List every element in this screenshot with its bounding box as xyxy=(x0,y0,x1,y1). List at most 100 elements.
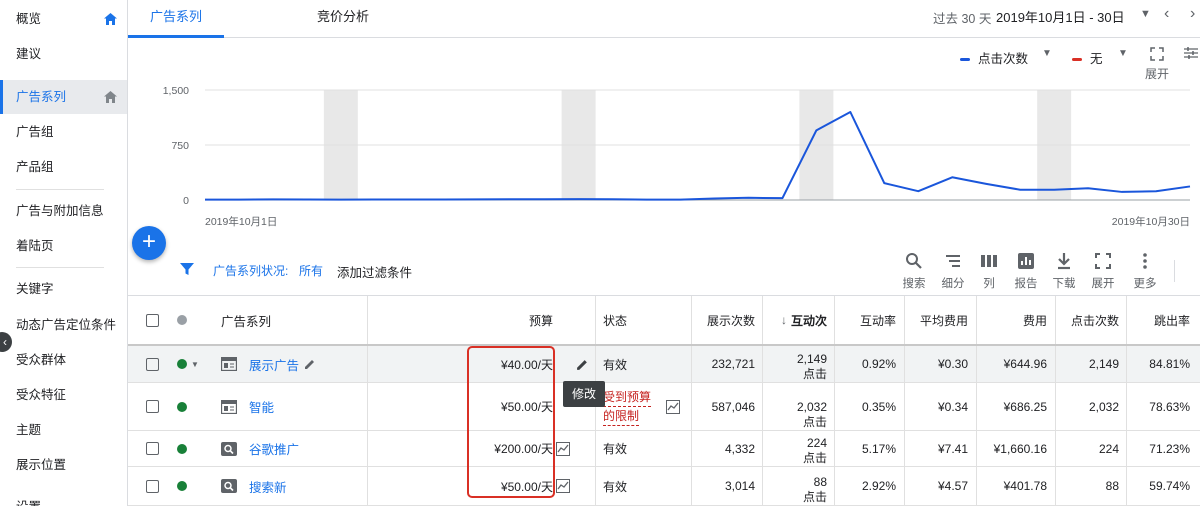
tab-auction-insights[interactable]: 竞价分析 xyxy=(298,0,388,38)
metric1-selector[interactable]: 点击次数 ▼ xyxy=(960,48,1052,68)
impressions-cell: 587,046 xyxy=(711,399,755,414)
prev-period-icon[interactable]: ‹ xyxy=(1164,5,1169,23)
sidebar-item-keywords[interactable]: 关键字 xyxy=(0,272,127,306)
more-vert-icon xyxy=(1143,253,1147,269)
header-interaction-rate[interactable]: 互动率 xyxy=(834,296,896,344)
more-button[interactable]: 更多 xyxy=(1125,250,1165,291)
filter-status-label[interactable]: 广告系列状况: xyxy=(213,262,288,279)
status-dot[interactable] xyxy=(177,467,187,505)
status-dot[interactable]: ▼ xyxy=(177,346,199,382)
filter-status-value[interactable]: 所有 xyxy=(299,262,323,279)
trend-chart-icon[interactable] xyxy=(556,431,570,466)
header-cost[interactable]: 费用 xyxy=(976,296,1047,344)
header-campaign[interactable]: 广告系列 xyxy=(221,296,271,344)
header-avg-cost[interactable]: 平均费用 xyxy=(904,296,968,344)
search-campaign-icon xyxy=(221,467,237,505)
campaign-name-link[interactable]: 智能 xyxy=(249,383,274,430)
add-filter-link[interactable]: 添加过滤条件 xyxy=(337,262,412,281)
table-row: 搜索新 ¥50.00/天 有效 3,014 88 点击 2.92% ¥4.57 ¥… xyxy=(128,467,1200,506)
trend-chart-icon[interactable] xyxy=(556,467,570,505)
campaign-name-link[interactable]: 谷歌推广 xyxy=(249,431,299,466)
toolbar-divider xyxy=(1174,260,1175,282)
header-budget[interactable]: 预算 xyxy=(367,296,553,344)
sidebar-item-audiences[interactable]: 受众群体 xyxy=(0,343,127,377)
trend-chart-icon[interactable] xyxy=(666,383,680,430)
sort-arrow-icon: ↓ xyxy=(780,313,787,327)
campaign-name-link[interactable]: 展示广告 xyxy=(249,346,316,382)
sidebar-item-dynamic-ad-targets[interactable]: 动态广告定位条件 xyxy=(0,308,127,342)
status-dot[interactable] xyxy=(177,431,187,466)
table-row: ▼ 展示广告 ¥40.00/天 有效 232,721 2,149 点击 0.92%… xyxy=(128,346,1200,383)
sidebar-item-demographics[interactable]: 受众特征 xyxy=(0,378,127,412)
budget-highlight-annotation xyxy=(467,346,555,498)
y-tick-label: 750 xyxy=(171,140,189,152)
select-all-checkbox[interactable] xyxy=(146,296,159,344)
sidebar-divider xyxy=(16,267,104,268)
sidebar-item-label: 产品组 xyxy=(16,160,54,174)
date-range-picker[interactable]: 2019年10月1日 - 30日 xyxy=(996,7,1125,26)
home-icon xyxy=(104,13,117,25)
avg-cost-cell: ¥0.34 xyxy=(937,399,968,414)
header-status[interactable]: 状态 xyxy=(603,296,627,344)
download-button[interactable]: 下载 xyxy=(1044,250,1084,291)
columns-button[interactable]: 列 xyxy=(969,250,1009,291)
segment-button[interactable]: 细分 xyxy=(933,250,973,291)
sidebar: 概览 建议 广告系列 广告组 产品组 广告与附加信息 着陆页 关键字 动态广告定… xyxy=(0,0,128,506)
tab-campaigns[interactable]: 广告系列 xyxy=(128,0,224,38)
sidebar-item-landing-pages[interactable]: 着陆页 xyxy=(0,229,127,263)
x-axis-start-label: 2019年10月1日 xyxy=(205,215,277,228)
row-checkbox[interactable] xyxy=(146,467,159,505)
pencil-icon[interactable] xyxy=(304,358,316,370)
bounce-rate-cell: 71.23% xyxy=(1149,441,1190,456)
sidebar-item-campaigns[interactable]: 广告系列 xyxy=(0,80,127,114)
edit-tooltip: 修改 xyxy=(563,381,605,407)
sidebar-item-topics[interactable]: 主题 xyxy=(0,413,127,447)
status-cell-limited[interactable]: 受到预算 的限制 xyxy=(603,383,652,430)
header-interactions[interactable]: ↓ 互动次 xyxy=(762,296,827,344)
filter-icon[interactable] xyxy=(180,262,194,276)
sidebar-item-ads-extensions[interactable]: 广告与附加信息 xyxy=(0,194,127,228)
metric2-selector[interactable]: 无 ▼ xyxy=(1072,48,1130,68)
sidebar-item-recommendations[interactable]: 建议 xyxy=(0,37,127,71)
sidebar-item-label: 设置 xyxy=(16,500,41,506)
display-campaign-icon xyxy=(221,383,237,430)
table-row: 智能 ¥50.00/天 受到预算 的限制 587,046 2,032 点击 0.3… xyxy=(128,383,1200,431)
table-row: 谷歌推广 ¥200.00/天 有效 4,332 224 点击 5.17% ¥7.4… xyxy=(128,431,1200,467)
metric2-color-swatch xyxy=(1072,58,1082,62)
cost-cell: ¥686.25 xyxy=(1003,399,1047,414)
header-bounce-rate[interactable]: 跳出率 xyxy=(1126,296,1190,344)
cost-cell: ¥401.78 xyxy=(1003,479,1047,493)
sidebar-item-product-groups[interactable]: 产品组 xyxy=(0,150,127,184)
sidebar-item-label: 受众特征 xyxy=(16,388,67,402)
search-button[interactable]: 搜索 xyxy=(894,250,934,291)
sidebar-item-label: 展示位置 xyxy=(16,458,67,472)
chart-expand-button[interactable]: 展开 xyxy=(1142,44,1172,82)
sidebar-item-label: 主题 xyxy=(16,423,42,437)
header-clicks[interactable]: 点击次数 xyxy=(1055,296,1119,344)
row-checkbox[interactable] xyxy=(146,383,159,430)
sidebar-item-label: 广告组 xyxy=(16,125,54,139)
chevron-down-icon: ▼ xyxy=(1042,48,1052,59)
chevron-down-icon[interactable]: ▼ xyxy=(1140,8,1151,20)
sidebar-divider xyxy=(16,189,104,190)
tune-icon[interactable] xyxy=(1184,46,1198,60)
row-checkbox[interactable] xyxy=(146,346,159,382)
header-impressions[interactable]: 展示次数 xyxy=(691,296,755,344)
interaction-rate-cell: 5.17% xyxy=(861,441,896,456)
search-campaign-icon xyxy=(221,431,237,466)
campaign-name-link[interactable]: 搜索新 xyxy=(249,467,287,505)
interaction-rate-cell: 2.92% xyxy=(861,479,896,493)
row-checkbox[interactable] xyxy=(146,431,159,466)
avg-cost-cell: ¥7.41 xyxy=(937,441,968,456)
reports-button[interactable]: 报告 xyxy=(1006,250,1046,291)
expand-table-button[interactable]: 展开 xyxy=(1083,250,1123,291)
sidebar-item-settings[interactable]: 设置 xyxy=(0,490,127,506)
next-period-icon[interactable]: › xyxy=(1190,5,1195,23)
edit-budget-pencil-icon[interactable] xyxy=(576,346,589,382)
sidebar-item-ad-groups[interactable]: 广告组 xyxy=(0,115,127,149)
y-tick-label: 1,500 xyxy=(163,85,189,97)
sidebar-item-placements[interactable]: 展示位置 xyxy=(0,448,127,482)
status-dot[interactable] xyxy=(177,383,187,430)
sidebar-item-overview[interactable]: 概览 xyxy=(0,2,127,36)
cost-cell: ¥644.96 xyxy=(1003,357,1047,371)
